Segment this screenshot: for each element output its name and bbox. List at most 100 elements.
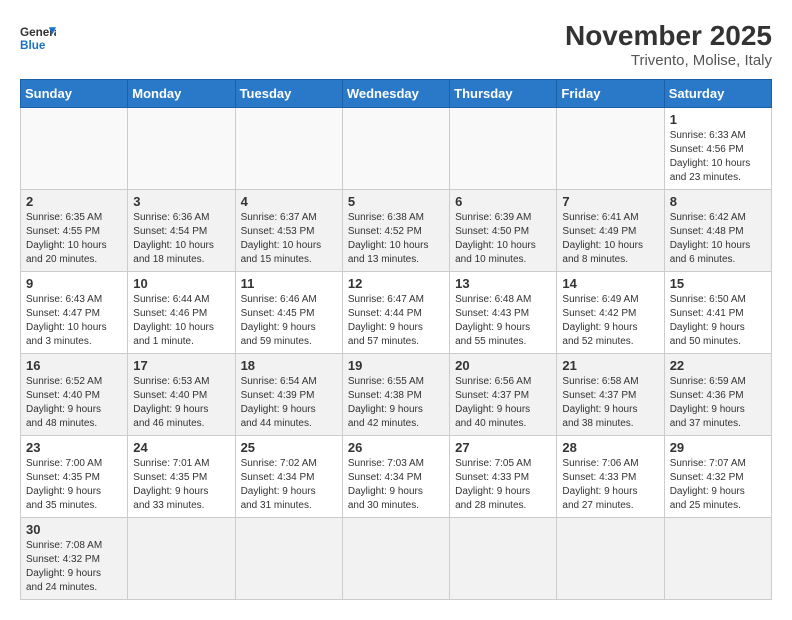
calendar-cell: 14Sunrise: 6:49 AM Sunset: 4:42 PM Dayli… [557, 272, 664, 354]
day-info: Sunrise: 6:39 AM Sunset: 4:50 PM Dayligh… [455, 211, 551, 267]
calendar-cell: 13Sunrise: 6:48 AM Sunset: 4:43 PM Dayli… [450, 272, 557, 354]
day-info: Sunrise: 6:50 AM Sunset: 4:41 PM Dayligh… [670, 293, 766, 349]
day-number: 21 [562, 358, 658, 373]
calendar-week-row: 1Sunrise: 6:33 AM Sunset: 4:56 PM Daylig… [21, 108, 772, 190]
calendar-cell [21, 108, 128, 190]
day-number: 11 [241, 276, 337, 291]
day-number: 4 [241, 194, 337, 209]
calendar-cell [235, 518, 342, 600]
day-info: Sunrise: 7:05 AM Sunset: 4:33 PM Dayligh… [455, 457, 551, 513]
calendar-cell [450, 518, 557, 600]
calendar-cell: 8Sunrise: 6:42 AM Sunset: 4:48 PM Daylig… [664, 190, 771, 272]
calendar-cell: 7 Sunrise: 6:41 AM Sunset: 4:49 PM Daylig… [557, 190, 664, 272]
calendar-cell: 18 Sunrise: 6:54 AM Sunset: 4:39 PM Dayli… [235, 354, 342, 436]
calendar-cell: 4 Sunrise: 6:37 AM Sunset: 4:53 PM Daylig… [235, 190, 342, 272]
day-info: Sunrise: 6:36 AM Sunset: 4:54 PM Dayligh… [133, 211, 229, 267]
calendar-cell: 28 Sunrise: 7:06 AM Sunset: 4:33 PM Dayli… [557, 436, 664, 518]
calendar-cell [342, 518, 449, 600]
day-number: 30 [26, 522, 122, 537]
weekday-header-saturday: Saturday [664, 80, 771, 108]
day-info: Sunrise: 6:54 AM Sunset: 4:39 PM Dayligh… [241, 375, 337, 431]
day-number: 15 [670, 276, 766, 291]
day-info: Sunrise: 7:06 AM Sunset: 4:33 PM Dayligh… [562, 457, 658, 513]
day-info: Sunrise: 6:35 AM Sunset: 4:55 PM Dayligh… [26, 211, 122, 267]
month-year-title: November 2025 [565, 20, 772, 52]
day-info: Sunrise: 7:00 AM Sunset: 4:35 PM Dayligh… [26, 457, 122, 513]
day-info: Sunrise: 6:44 AM Sunset: 4:46 PM Dayligh… [133, 293, 229, 349]
calendar-cell: 20Sunrise: 6:56 AM Sunset: 4:37 PM Dayli… [450, 354, 557, 436]
day-info: Sunrise: 7:02 AM Sunset: 4:34 PM Dayligh… [241, 457, 337, 513]
title-block: November 2025 Trivento, Molise, Italy [565, 20, 772, 69]
calendar-cell [128, 518, 235, 600]
calendar-cell: 2 Sunrise: 6:35 AM Sunset: 4:55 PM Daylig… [21, 190, 128, 272]
day-info: Sunrise: 6:41 AM Sunset: 4:49 PM Dayligh… [562, 211, 658, 267]
day-number: 5 [348, 194, 444, 209]
calendar-cell: 5 Sunrise: 6:38 AM Sunset: 4:52 PM Daylig… [342, 190, 449, 272]
svg-text:Blue: Blue [20, 39, 46, 52]
calendar-week-row: 16Sunrise: 6:52 AM Sunset: 4:40 PM Dayli… [21, 354, 772, 436]
day-info: Sunrise: 6:38 AM Sunset: 4:52 PM Dayligh… [348, 211, 444, 267]
calendar-cell: 27 Sunrise: 7:05 AM Sunset: 4:33 PM Dayli… [450, 436, 557, 518]
calendar-cell: 17 Sunrise: 6:53 AM Sunset: 4:40 PM Dayli… [128, 354, 235, 436]
calendar-cell: 10 Sunrise: 6:44 AM Sunset: 4:46 PM Dayli… [128, 272, 235, 354]
calendar-cell: 16Sunrise: 6:52 AM Sunset: 4:40 PM Dayli… [21, 354, 128, 436]
day-info: Sunrise: 6:47 AM Sunset: 4:44 PM Dayligh… [348, 293, 444, 349]
calendar-cell [128, 108, 235, 190]
day-number: 3 [133, 194, 229, 209]
calendar-week-row: 9 Sunrise: 6:43 AM Sunset: 4:47 PM Daylig… [21, 272, 772, 354]
day-info: Sunrise: 6:58 AM Sunset: 4:37 PM Dayligh… [562, 375, 658, 431]
calendar-cell [557, 108, 664, 190]
calendar-week-row: 30 Sunrise: 7:08 AM Sunset: 4:32 PM Dayli… [21, 518, 772, 600]
day-number: 9 [26, 276, 122, 291]
day-number: 10 [133, 276, 229, 291]
day-number: 28 [562, 440, 658, 455]
calendar-cell [557, 518, 664, 600]
generalblue-logo-icon: General Blue [20, 20, 56, 56]
calendar-cell: 21 Sunrise: 6:58 AM Sunset: 4:37 PM Dayli… [557, 354, 664, 436]
day-number: 26 [348, 440, 444, 455]
day-info: Sunrise: 6:48 AM Sunset: 4:43 PM Dayligh… [455, 293, 551, 349]
day-info: Sunrise: 7:08 AM Sunset: 4:32 PM Dayligh… [26, 539, 122, 595]
calendar-cell: 9 Sunrise: 6:43 AM Sunset: 4:47 PM Daylig… [21, 272, 128, 354]
day-info: Sunrise: 6:59 AM Sunset: 4:36 PM Dayligh… [670, 375, 766, 431]
day-number: 18 [241, 358, 337, 373]
day-number: 1 [670, 112, 766, 127]
calendar-cell: 6Sunrise: 6:39 AM Sunset: 4:50 PM Daylig… [450, 190, 557, 272]
day-info: Sunrise: 6:49 AM Sunset: 4:42 PM Dayligh… [562, 293, 658, 349]
calendar-cell [342, 108, 449, 190]
calendar-cell [235, 108, 342, 190]
calendar-cell: 25 Sunrise: 7:02 AM Sunset: 4:34 PM Dayli… [235, 436, 342, 518]
day-number: 20 [455, 358, 551, 373]
weekday-header-wednesday: Wednesday [342, 80, 449, 108]
day-info: Sunrise: 6:52 AM Sunset: 4:40 PM Dayligh… [26, 375, 122, 431]
weekday-header-tuesday: Tuesday [235, 80, 342, 108]
day-number: 17 [133, 358, 229, 373]
day-info: Sunrise: 7:03 AM Sunset: 4:34 PM Dayligh… [348, 457, 444, 513]
calendar-table: SundayMondayTuesdayWednesdayThursdayFrid… [20, 79, 772, 600]
day-number: 27 [455, 440, 551, 455]
calendar-cell: 19 Sunrise: 6:55 AM Sunset: 4:38 PM Dayli… [342, 354, 449, 436]
day-number: 8 [670, 194, 766, 209]
day-info: Sunrise: 6:53 AM Sunset: 4:40 PM Dayligh… [133, 375, 229, 431]
weekday-header-monday: Monday [128, 80, 235, 108]
day-number: 22 [670, 358, 766, 373]
day-number: 29 [670, 440, 766, 455]
day-info: Sunrise: 6:43 AM Sunset: 4:47 PM Dayligh… [26, 293, 122, 349]
calendar-cell: 26 Sunrise: 7:03 AM Sunset: 4:34 PM Dayli… [342, 436, 449, 518]
day-number: 25 [241, 440, 337, 455]
day-number: 7 [562, 194, 658, 209]
day-number: 24 [133, 440, 229, 455]
day-number: 2 [26, 194, 122, 209]
weekday-header-thursday: Thursday [450, 80, 557, 108]
day-info: Sunrise: 6:37 AM Sunset: 4:53 PM Dayligh… [241, 211, 337, 267]
calendar-cell [664, 518, 771, 600]
calendar-cell: 30 Sunrise: 7:08 AM Sunset: 4:32 PM Dayli… [21, 518, 128, 600]
day-number: 19 [348, 358, 444, 373]
page-header: General Blue November 2025 Trivento, Mol… [20, 20, 772, 69]
day-info: Sunrise: 6:55 AM Sunset: 4:38 PM Dayligh… [348, 375, 444, 431]
logo: General Blue [20, 20, 56, 56]
day-number: 12 [348, 276, 444, 291]
day-number: 23 [26, 440, 122, 455]
calendar-cell: 12 Sunrise: 6:47 AM Sunset: 4:44 PM Dayli… [342, 272, 449, 354]
calendar-cell: 3 Sunrise: 6:36 AM Sunset: 4:54 PM Daylig… [128, 190, 235, 272]
